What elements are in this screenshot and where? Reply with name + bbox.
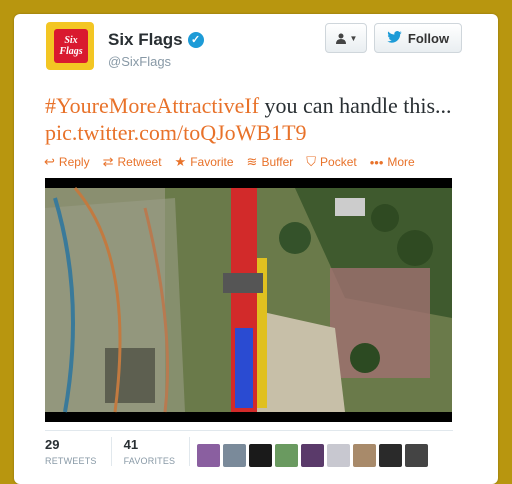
tweet-body: you can handle this... xyxy=(259,93,452,118)
pic-link[interactable]: pic.twitter.com/toQJoWB1T9 xyxy=(45,120,307,145)
profile-avatar[interactable]: Six Flags xyxy=(46,22,94,70)
avatar[interactable] xyxy=(275,444,298,467)
pocket-button[interactable]: ⛉ Pocket xyxy=(306,154,356,170)
retweet-count[interactable]: 29 RETWEETS xyxy=(45,437,112,466)
tweet-stats: 29 RETWEETS 41 FAVORITES xyxy=(45,437,202,466)
tweet-actions: ↩ Reply ⇄ Retweet ★ Favorite ≋ Buffer ⛉ … xyxy=(44,154,415,170)
favorite-button[interactable]: ★ Favorite xyxy=(175,154,234,170)
tweet-media-image[interactable] xyxy=(45,178,452,422)
pocket-icon: ⛉ xyxy=(306,154,317,169)
star-icon: ★ xyxy=(174,154,187,169)
user-icon xyxy=(335,33,346,44)
retweet-icon: ⇄ xyxy=(102,154,114,169)
avatar[interactable] xyxy=(249,444,272,467)
avatar[interactable] xyxy=(197,444,220,467)
roller-coaster-aerial-photo xyxy=(45,187,452,413)
stats-divider xyxy=(45,430,453,431)
more-dots-icon: ••• xyxy=(369,154,384,170)
avatar[interactable] xyxy=(379,444,402,467)
avatar[interactable] xyxy=(353,444,376,467)
hashtag-link[interactable]: #YoureMoreAttractiveIf xyxy=(45,93,259,118)
verified-badge-icon: ✓ xyxy=(187,32,204,48)
tweet-text: #YoureMoreAttractiveIf you can handle th… xyxy=(45,92,465,146)
more-button[interactable]: ••• More xyxy=(370,155,415,170)
avatar[interactable] xyxy=(405,444,428,467)
profile-name[interactable]: Six Flags xyxy=(108,30,183,50)
six-flags-logo: Six Flags xyxy=(54,29,88,63)
follow-label: Follow xyxy=(407,30,450,46)
retweet-button[interactable]: ⇄ Retweet xyxy=(103,154,162,170)
follow-button[interactable]: Follow xyxy=(374,23,462,53)
buffer-button[interactable]: ≋ Buffer xyxy=(247,154,294,170)
profile-handle[interactable]: @SixFlags xyxy=(108,54,171,69)
reply-icon: ↩ xyxy=(44,154,55,169)
buffer-icon: ≋ xyxy=(246,154,258,169)
avatar[interactable] xyxy=(223,444,246,467)
profile-name-row[interactable]: Six Flags ✓ xyxy=(108,30,204,50)
favoriter-avatars xyxy=(197,444,428,467)
chevron-down-icon: ▼ xyxy=(349,33,358,43)
favorite-count[interactable]: 41 FAVORITES xyxy=(124,437,191,466)
avatar[interactable] xyxy=(327,444,350,467)
user-actions-button[interactable]: ▼ xyxy=(325,23,367,53)
twitter-bird-icon xyxy=(387,30,402,46)
avatar[interactable] xyxy=(301,444,324,467)
reply-button[interactable]: ↩ Reply xyxy=(44,154,90,170)
